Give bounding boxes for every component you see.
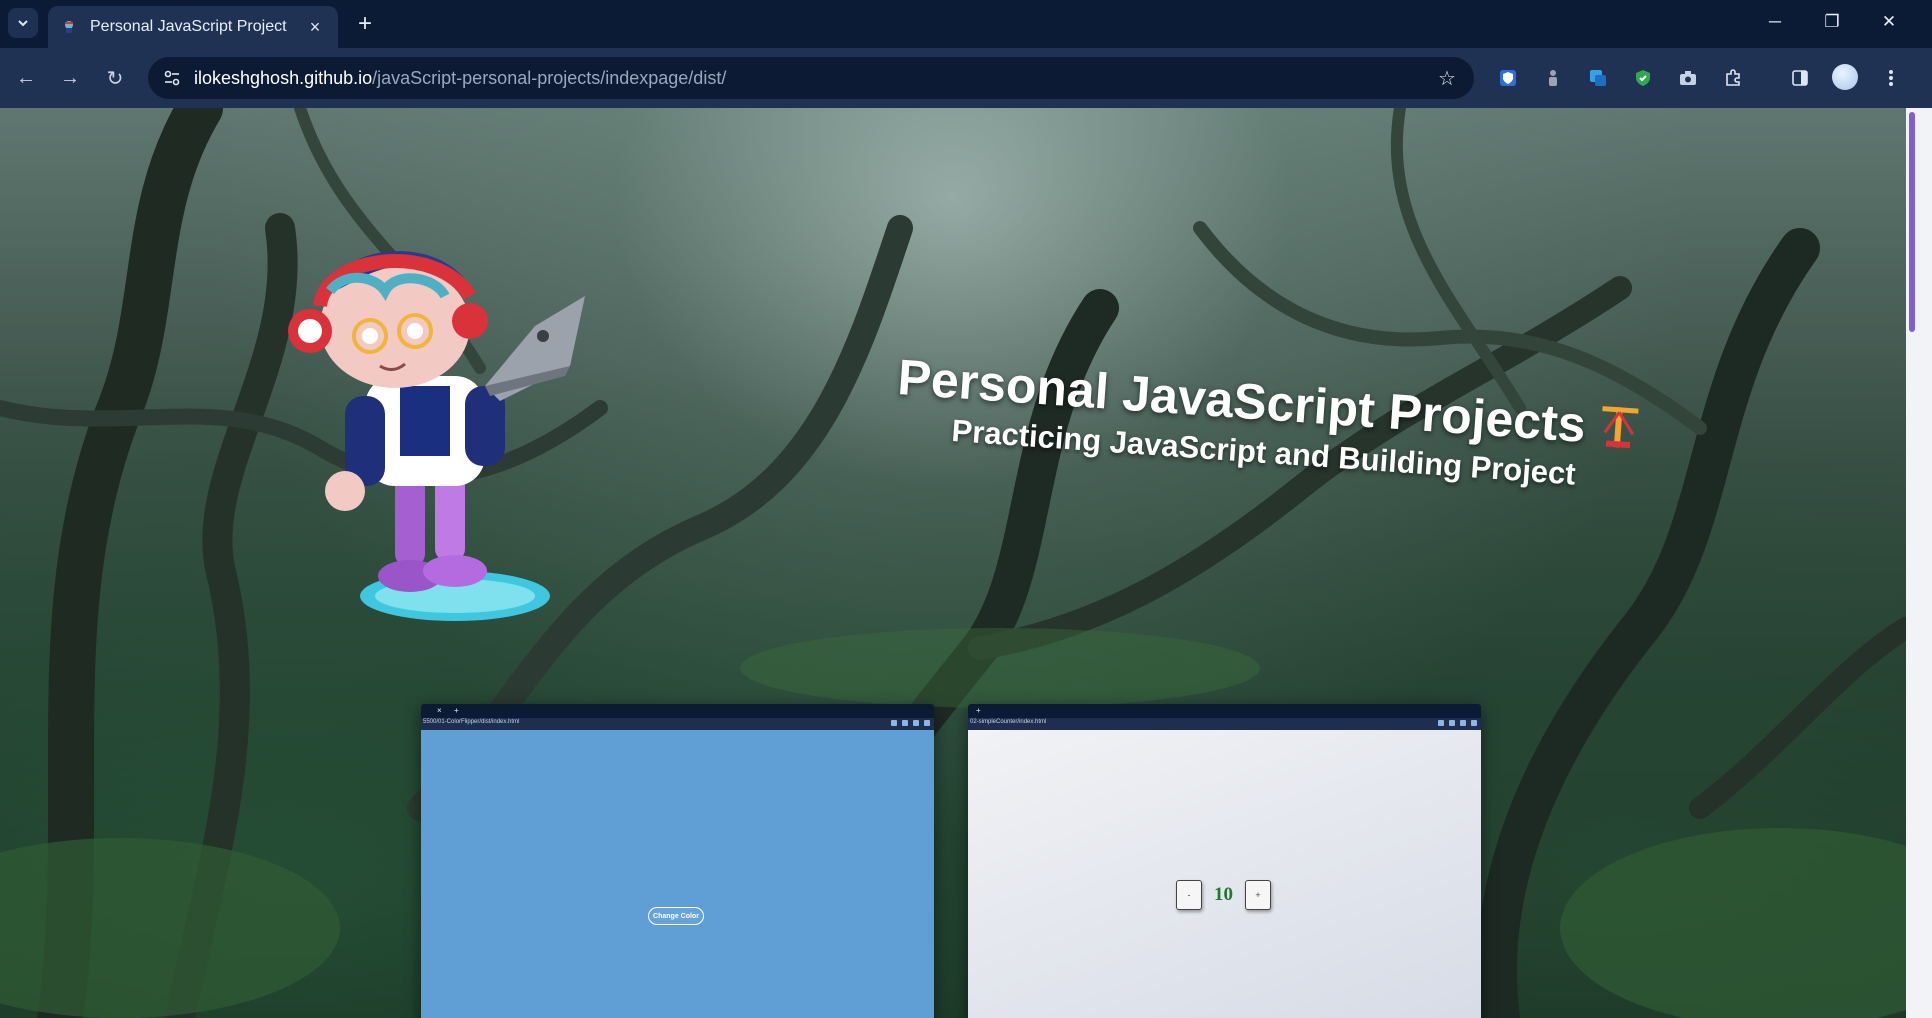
extension-shield-check-icon[interactable] [1628,63,1658,93]
profile-avatar[interactable] [1832,64,1858,90]
preview-toolbar-icons [891,720,930,726]
preview-tab-strip: × + [421,704,934,718]
preview-close-icon: × [437,706,442,715]
tab-search-button[interactable] [8,8,38,38]
restore-icon[interactable]: ❐ [1803,0,1861,44]
bitwarden-shield-icon[interactable] [1493,63,1523,93]
url-host: ilokeshghosh.github.io [194,67,373,88]
browser-toolbar: ← → ↻ ilokeshghosh.github.io/javaScript-… [0,48,1932,108]
preview-body: Change Color [421,730,934,1018]
extensions-puzzle-icon[interactable] [1718,63,1748,93]
octocat-favicon-icon [60,18,78,36]
change-color-button[interactable]: Change Color [648,907,704,925]
close-window-icon[interactable]: ✕ [1860,0,1918,44]
page-viewport: Personal JavaScript Projects Practicing … [0,108,1906,1018]
extension-translate-icon[interactable] [1583,63,1613,93]
scrollbar-thumb[interactable] [1909,112,1915,332]
minimize-icon[interactable]: ─ [1746,0,1804,44]
preview-newtab-icon: + [454,706,459,715]
back-icon[interactable]: ← [10,62,42,94]
site-info-icon[interactable] [154,60,190,96]
counter-widget: - 10 + [1176,880,1271,910]
tab-active[interactable]: Personal JavaScript Project × [48,6,338,48]
more-menu-icon[interactable] [1876,63,1906,93]
preview-url: 5500/01-ColorFlipper/dist/index.html [423,719,520,725]
url-path: /javaScript-personal-projects/indexpage/… [372,67,727,88]
crane-icon [1597,402,1641,461]
side-panel-icon[interactable] [1785,63,1815,93]
project-card-color-flipper[interactable]: × + 5500/01-ColorFlipper/dist/index.html… [421,704,934,1018]
forward-icon[interactable]: → [54,62,86,94]
url-text: ilokeshghosh.github.io/javaScript-person… [194,68,726,89]
close-tab-icon[interactable]: × [304,16,326,38]
new-tab-button[interactable]: + [350,9,380,39]
address-bar[interactable]: ilokeshghosh.github.io/javaScript-person… [148,57,1474,99]
increment-button[interactable]: + [1245,880,1271,910]
decrement-button[interactable]: - [1176,880,1202,910]
project-card-counter[interactable]: + 02-simpleCounter/index.html - 10 + [968,704,1481,1018]
tab-strip: Personal JavaScript Project × + ─ ❐ ✕ [0,0,1932,48]
counter-value: 10 [1214,884,1233,905]
chevron-down-icon [18,20,28,27]
extension-figure-icon[interactable] [1538,63,1568,93]
bookmark-star-icon[interactable]: ☆ [1432,63,1462,93]
preview-newtab-icon: + [976,706,981,715]
octocat-mascot-illustration [288,251,585,621]
preview-body: - 10 + [968,730,1481,1018]
tab-title: Personal JavaScript Project [90,18,287,35]
preview-tab-strip: + [968,704,1481,718]
camera-icon[interactable] [1673,63,1703,93]
preview-toolbar-icons [1438,720,1477,726]
reload-icon[interactable]: ↻ [99,62,131,94]
preview-url: 02-simpleCounter/index.html [970,719,1047,725]
